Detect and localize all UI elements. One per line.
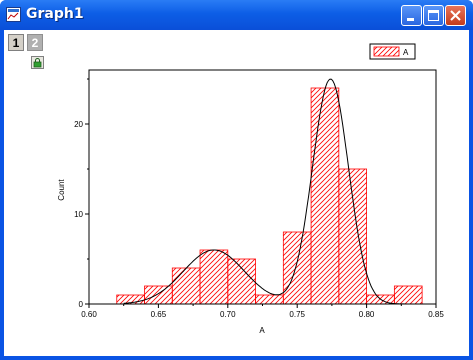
y-axis-label: Count <box>57 179 66 201</box>
legend-label: A <box>403 48 409 57</box>
minimize-icon <box>407 18 414 21</box>
plot-frame <box>88 69 437 305</box>
close-icon <box>450 10 461 21</box>
histogram-bar <box>282 231 312 305</box>
close-button[interactable] <box>445 5 466 26</box>
bars-group <box>116 87 423 305</box>
histogram-chart[interactable]: 0.60 0.65 0.70 0.75 0.80 0.85 0 10 20 A Count A <box>4 30 469 356</box>
x-axis: 0.60 0.65 0.70 0.75 0.80 0.85 <box>81 304 444 319</box>
maximize-icon <box>428 10 439 21</box>
graph-window: Graph1 1 2 0.60 0.65 0.70 0.75 0.80 0.85… <box>0 0 473 360</box>
graph-page[interactable]: 1 2 0.60 0.65 0.70 0.75 0.80 0.85 0 10 20 A Cou… <box>4 30 469 356</box>
legend-swatch <box>373 46 400 57</box>
histogram-bar <box>338 168 367 305</box>
y-tick-label: 20 <box>74 120 83 129</box>
x-tick-label: 0.60 <box>81 310 97 319</box>
minimize-button[interactable] <box>401 5 422 26</box>
x-tick-label: 0.85 <box>428 310 444 319</box>
graph-window-icon[interactable] <box>6 7 21 22</box>
x-tick-label: 0.80 <box>359 310 375 319</box>
histogram-bar <box>144 285 173 305</box>
histogram-bar <box>199 249 229 305</box>
histogram-bar <box>255 294 284 305</box>
histogram-bar <box>227 258 256 305</box>
title-bar[interactable]: Graph1 <box>0 0 473 30</box>
maximize-button[interactable] <box>423 5 444 26</box>
legend[interactable]: A <box>369 43 416 60</box>
histogram-bar <box>171 267 201 305</box>
y-axis: 0 10 20 <box>74 78 89 309</box>
window-title: Graph1 <box>26 6 84 22</box>
y-tick-label: 0 <box>79 300 84 309</box>
y-tick-label: 10 <box>74 210 83 219</box>
x-tick-label: 0.75 <box>289 310 305 319</box>
histogram-bar <box>310 87 340 305</box>
x-tick-label: 0.70 <box>220 310 236 319</box>
histogram-bar <box>393 285 423 305</box>
x-tick-label: 0.65 <box>151 310 167 319</box>
x-axis-label: A <box>259 326 265 335</box>
